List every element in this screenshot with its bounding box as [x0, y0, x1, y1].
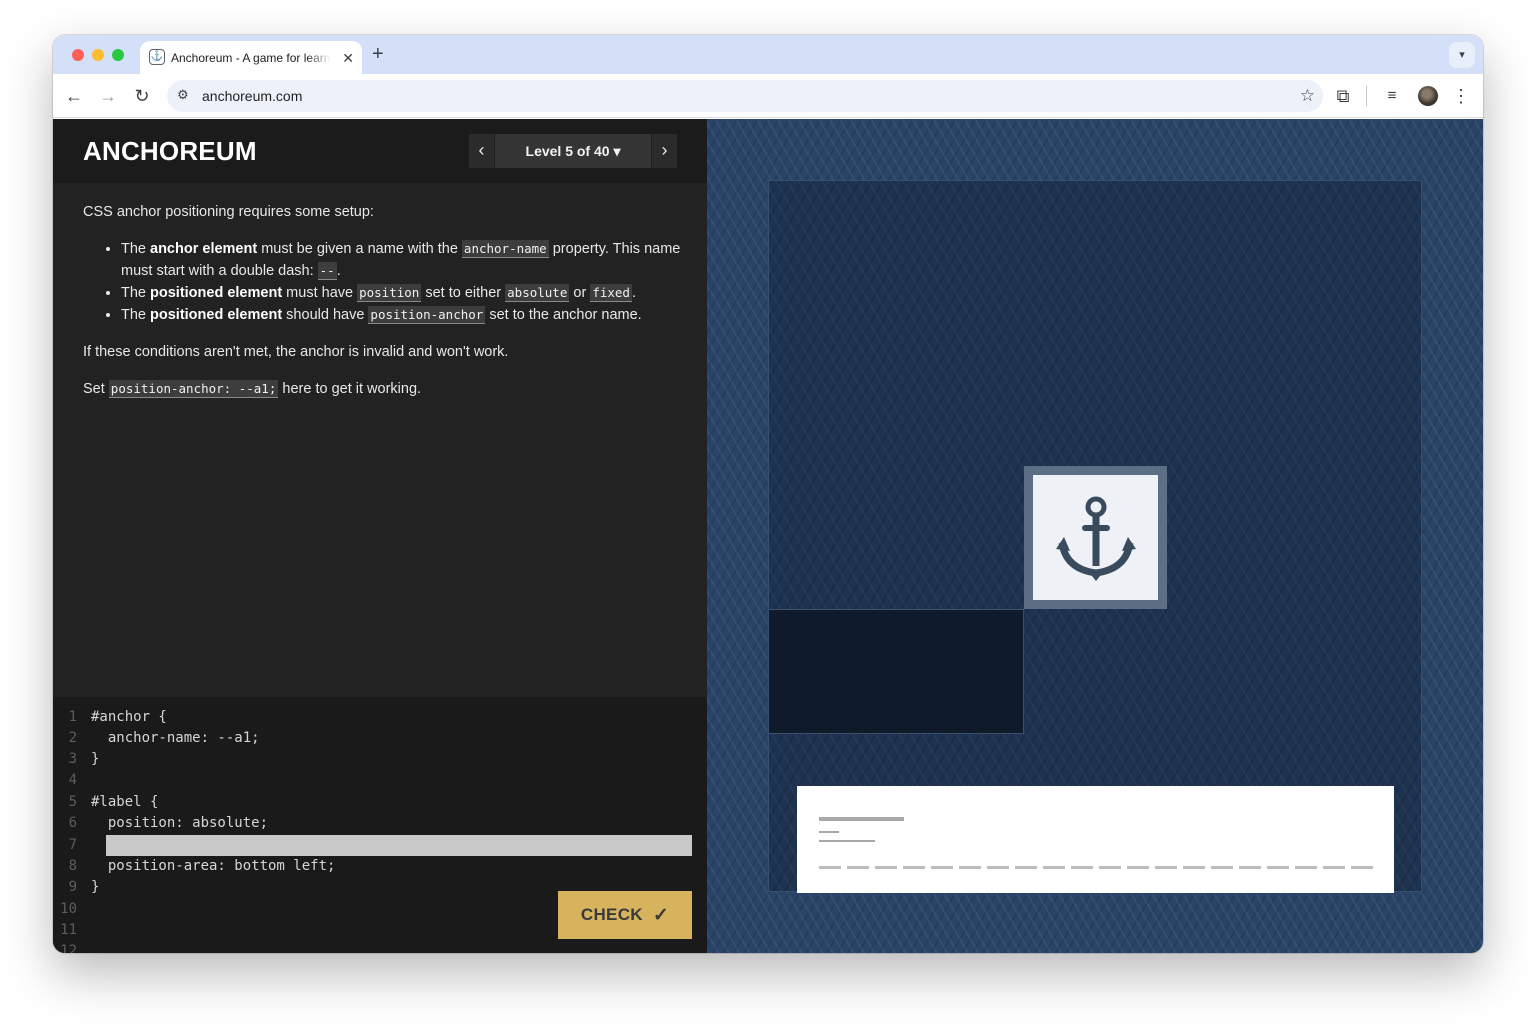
code-line: 2 anchor-name: --a1;: [68, 730, 260, 746]
anchor-element: [1024, 466, 1167, 609]
maximize-window-button[interactable]: [112, 49, 124, 61]
anchor-favicon-icon: ⚓: [149, 49, 165, 65]
forward-icon[interactable]: →: [97, 85, 119, 107]
browser-window: ⚓ Anchoreum - A game for learning CSS an…: [53, 35, 1483, 953]
minimize-window-button[interactable]: [92, 49, 104, 61]
extensions-icon[interactable]: ⧉: [1332, 85, 1354, 107]
intro-text: CSS anchor positioning requires some set…: [83, 204, 374, 220]
tab-title: Anchoreum - A game for learning CSS anch…: [171, 51, 331, 65]
label-title-placeholder: [819, 817, 904, 821]
code-line: 4: [68, 772, 77, 788]
bookmark-star-icon[interactable]: ☆: [1300, 86, 1315, 106]
requirement-position: The positioned element must have positio…: [121, 282, 683, 304]
browser-menu-icon[interactable]: ⋮: [1450, 85, 1472, 107]
label-subtitle-placeholder: [819, 840, 875, 842]
address-bar[interactable]: ⚙ anchoreum.com ☆: [167, 80, 1323, 112]
requirements-list: The anchor element must be given a name …: [121, 238, 683, 326]
toolbar-divider: [1366, 86, 1367, 106]
browser-tab[interactable]: ⚓ Anchoreum - A game for learning CSS an…: [140, 41, 362, 74]
code-line: 5 #label {: [68, 794, 159, 810]
site-info-icon[interactable]: ⚙: [177, 87, 189, 103]
tab-strip: ⚓ Anchoreum - A game for learning CSS an…: [53, 35, 1483, 74]
code-line: 6 position: absolute;: [68, 815, 269, 831]
target-drop-zone: [769, 609, 1024, 734]
playing-field: [768, 180, 1422, 893]
level-instructions: CSS anchor positioning requires some set…: [83, 201, 683, 415]
code-line: 3}: [68, 751, 100, 767]
label-text-placeholder: [819, 866, 1373, 869]
anchor-icon: [1055, 496, 1136, 581]
check-button[interactable]: CHECK ✓: [558, 891, 692, 939]
close-window-button[interactable]: [72, 49, 84, 61]
browser-toolbar: ← → ↻ ⚙ anchoreum.com ☆ ⧉ ≡ ⋮: [53, 74, 1483, 118]
game-board: [707, 119, 1483, 953]
back-icon[interactable]: ←: [63, 85, 85, 107]
profile-avatar[interactable]: [1418, 86, 1438, 106]
positioned-label: [797, 786, 1394, 893]
task-text: Set position-anchor: --a1; here to get i…: [83, 380, 422, 398]
instructions-panel: ANCHOREUM ‹ Level 5 of 40 ▾ › CSS anchor…: [53, 119, 707, 953]
code-line: 1 #anchor {: [68, 709, 167, 725]
warning-text: If these conditions aren't met, the anch…: [83, 344, 509, 360]
reload-icon[interactable]: ↻: [131, 85, 153, 107]
code-line: 8 position-area: bottom left;: [68, 858, 336, 874]
level-selector[interactable]: Level 5 of 40 ▾: [495, 134, 651, 168]
tab-search-chevron-icon[interactable]: ▾: [1449, 42, 1475, 68]
anchor-tile: [1033, 475, 1158, 600]
new-tab-icon[interactable]: +: [372, 44, 384, 64]
next-level-icon[interactable]: ›: [651, 134, 677, 168]
checkmark-icon: ✓: [652, 904, 670, 926]
url-text: anchoreum.com: [202, 88, 303, 104]
previous-level-icon[interactable]: ‹: [469, 134, 495, 168]
answer-input[interactable]: [106, 835, 692, 856]
check-button-label: CHECK: [580, 905, 643, 924]
label-subtitle-placeholder: [819, 831, 839, 833]
requirement-anchor-name: The anchor element must be given a name …: [121, 238, 683, 282]
tab-close-icon[interactable]: ✕: [342, 49, 354, 67]
reading-list-icon[interactable]: ≡: [1381, 85, 1403, 107]
level-navigation: ‹ Level 5 of 40 ▾ ›: [469, 134, 677, 168]
code-line: 12: [60, 943, 77, 953]
requirement-position-anchor: The positioned element should have posit…: [121, 304, 683, 326]
page-content: ANCHOREUM ‹ Level 5 of 40 ▾ › CSS anchor…: [53, 119, 1483, 953]
app-header: ANCHOREUM ‹ Level 5 of 40 ▾ ›: [53, 119, 707, 183]
app-logo[interactable]: ANCHOREUM: [83, 136, 257, 166]
